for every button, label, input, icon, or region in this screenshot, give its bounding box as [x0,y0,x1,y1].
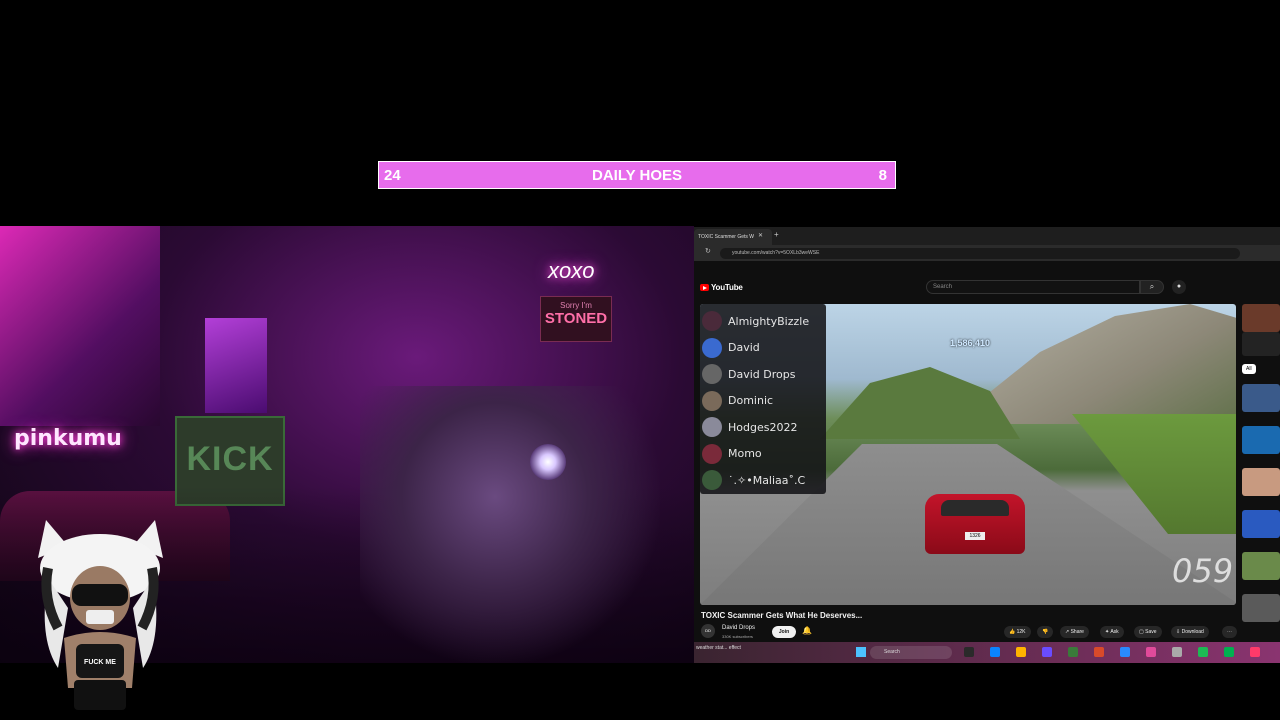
browser-tab-bar [694,227,1280,245]
neon-sign-xoxo: xoxo [548,258,595,283]
voice-member[interactable]: AlmightyBizzle [702,311,820,331]
streamer [360,386,660,663]
windows-taskbar [694,642,1280,663]
new-tab-icon[interactable]: + [774,230,779,239]
counter-title: DAILY HOES [591,166,683,184]
member-avatar [702,311,722,331]
stoned-sign: Sorry I'm STONED [540,296,612,342]
stoned-sign-bottom: STONED [544,310,608,327]
address-bar[interactable]: youtube.com/watch?v=5OXLb3weWSE [720,248,1240,259]
voice-member[interactable]: Momo [702,443,820,464]
download-button[interactable]: ⇩ Download [1171,626,1209,638]
like-button[interactable]: 👍 12K [1004,626,1031,638]
youtube-logo[interactable]: YouTube [700,283,743,292]
kick-art-text: KICK [186,440,274,478]
channel-avatar[interactable]: DD [701,624,715,638]
filter-chip-all[interactable]: All [1242,364,1256,374]
recommended-thumb[interactable] [1242,552,1280,580]
windows-start-icon[interactable] [856,647,866,657]
taskbar-app-icon[interactable] [1120,647,1130,657]
voice-member[interactable]: Hodges2022 [702,417,820,437]
voice-member[interactable]: Dominic [702,390,820,411]
dislike-button[interactable]: 👎 [1037,626,1054,638]
taskbar-app-icon[interactable] [1198,647,1208,657]
recommended-thumb[interactable] [1242,384,1280,412]
avatar-shirt-text: FUCK ME [84,659,116,666]
counter-right-value: 8 [878,166,887,184]
member-name: Dominic [728,394,774,407]
wall-art [0,226,160,426]
more-actions-icon[interactable]: ⋯ [1222,626,1237,638]
taskbar-app-icon[interactable] [990,647,1000,657]
member-name: AlmightyBizzle [728,314,810,328]
member-avatar [702,337,722,358]
member-name: ˙.✧•Maliaa˚.C [728,473,806,487]
member-avatar [702,364,722,384]
voice-member[interactable]: ˙.✧•Maliaa˚.C [702,470,820,490]
member-name: Momo [728,447,762,460]
taskbar-search[interactable]: Search [870,646,952,659]
taskbar-app-icon[interactable] [1250,647,1260,657]
ask-button[interactable]: ✦ Ask [1100,626,1124,638]
video-counter: 1,586,410 [950,338,991,348]
member-avatar [702,470,722,490]
save-button[interactable]: ▢ Save [1134,626,1162,638]
counter-left-value: 24 [384,166,401,184]
taskbar-app-icon[interactable] [964,647,974,657]
voice-member[interactable]: David Drops [702,364,820,384]
share-label: Share [1070,629,1084,635]
recommended-rail: All [1242,304,1280,634]
taskbar-app-icon[interactable] [1016,647,1026,657]
recommended-thumb[interactable] [1242,510,1280,538]
counter-bar: 24 DAILY HOES 8 [378,161,896,189]
taskbar-app-icon[interactable] [1094,647,1104,657]
share-button[interactable]: ↗ Share [1060,626,1089,638]
member-name: David [728,341,760,354]
member-name: Hodges2022 [728,420,798,434]
save-label: Save [1145,629,1157,635]
weather-widget[interactable]: weather stat... effect [696,645,741,651]
taskbar-app-icon[interactable] [1224,647,1234,657]
join-button[interactable]: Join [772,626,796,638]
youtube-play-icon [700,284,709,291]
voice-member[interactable]: David [702,337,820,358]
recommended-thumb[interactable] [1242,594,1280,622]
member-avatar [702,443,722,464]
recommended-thumb[interactable] [1242,468,1280,496]
screen-share: TOXIC Scammer Gets W ✕ + ↻ youtube.com/w… [694,227,1280,663]
subscriber-count: 330K subscribers [722,634,753,639]
reload-icon[interactable]: ↻ [705,247,711,255]
streamer-avatar: FUCK ME [38,520,163,710]
microphone-icon[interactable]: ● [1172,280,1186,294]
member-avatar [702,390,722,411]
video-car: 1326 [925,494,1025,554]
channel-name[interactable]: David Drops [722,625,755,631]
headset-light [530,444,566,480]
member-name: David Drops [728,367,796,381]
recommended-thumb[interactable] [1242,426,1280,454]
youtube-search-input[interactable]: Search [926,280,1140,294]
like-count: 12K [1016,629,1026,635]
recommended-thumb[interactable] [1242,304,1280,332]
close-tab-icon[interactable]: ✕ [758,232,763,239]
taskbar-app-icon[interactable] [1068,647,1078,657]
wall-canvas [205,318,267,413]
youtube-logo-text: YouTube [711,283,743,292]
taskbar-app-icon[interactable] [1146,647,1156,657]
search-icon[interactable]: ⌕ [1140,280,1164,294]
ask-label: Ask [1110,629,1119,635]
video-hill [820,367,1020,439]
video-title: TOXIC Scammer Gets What He Deserves... [701,611,863,620]
bell-icon[interactable]: 🔔 [802,626,812,635]
recommended-channel[interactable] [1242,332,1280,356]
stoned-sign-top: Sorry I'm [560,301,592,310]
download-label: Download [1181,629,1204,635]
video-speedometer: 059 [1172,552,1234,590]
taskbar-app-icon[interactable] [1042,647,1052,657]
neon-sign-left: pinkumu [14,426,122,451]
taskbar-app-icon[interactable] [1172,647,1182,657]
car-plate: 1326 [965,532,985,540]
member-avatar [702,417,722,437]
